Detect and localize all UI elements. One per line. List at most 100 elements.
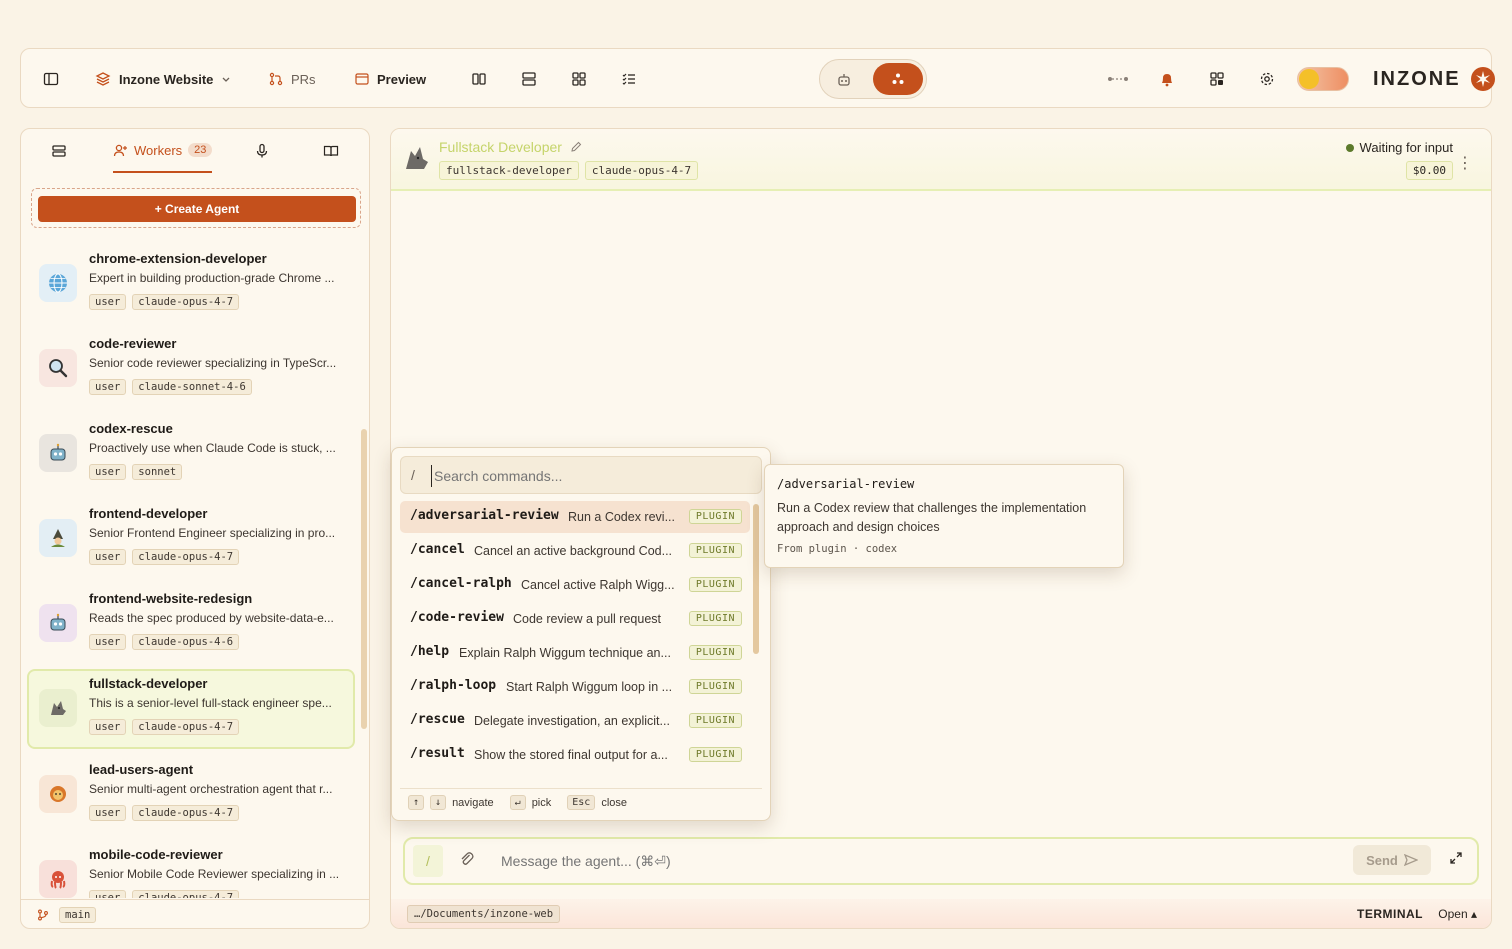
notifications-button[interactable] (1159, 49, 1175, 109)
command-list-scrollbar[interactable] (753, 504, 759, 654)
robot-mode-button[interactable] (834, 70, 854, 90)
send-label: Send (1366, 852, 1398, 868)
tab-list[interactable] (51, 129, 67, 173)
tab-docs[interactable] (323, 129, 339, 173)
command-item-result[interactable]: /result Show the stored final output for… (400, 739, 750, 771)
preview-label: Preview (377, 71, 427, 87)
branch-name[interactable]: main (59, 906, 97, 923)
settings-button[interactable] (1259, 49, 1275, 109)
apps-button[interactable] (1209, 49, 1225, 109)
agent-name: lead-users-agent (89, 762, 194, 777)
top-bar: Inzone Website PRs Preview INZONE (20, 48, 1495, 109)
command-description: Delegate investigation, an explicit... (474, 714, 670, 728)
git-branch-icon (38, 909, 48, 920)
more-options-icon[interactable]: ⋮ (1457, 153, 1473, 173)
command-item-ralph-loop[interactable]: /ralph-loop Start Ralph Wiggum loop in .… (400, 671, 750, 703)
command-name: /adversarial-review (410, 508, 559, 523)
agent-card-fullstack-developer[interactable]: fullstack-developer This is a senior-lev… (27, 669, 355, 749)
command-description: Cancel an active background Cod... (474, 544, 673, 558)
task-list-button[interactable] (621, 49, 637, 109)
create-agent-button[interactable]: + Create Agent (38, 196, 356, 222)
layers-icon (95, 72, 111, 86)
project-selector[interactable]: Inzone Website (95, 49, 231, 109)
tab-workers[interactable]: Workers 23 (113, 129, 213, 173)
agent-list: chrome-extension-developer Expert in bui… (21, 244, 369, 898)
command-palette: / /adversarial-review Run a Codex revi..… (391, 447, 771, 821)
agent-name: chrome-extension-developer (89, 251, 267, 266)
prs-button[interactable]: PRs (269, 49, 316, 109)
stack-icon (52, 145, 66, 157)
terminal-label[interactable]: TERMINAL (1357, 907, 1423, 921)
lion-icon (39, 775, 77, 813)
command-description: Start Ralph Wiggum loop in ... (506, 680, 673, 694)
command-item-help[interactable]: /help Explain Ralph Wiggum technique an.… (400, 637, 750, 669)
theme-toggle[interactable] (1297, 67, 1349, 91)
agent-card-frontend-developer[interactable]: frontend-developer Senior Frontend Engin… (27, 499, 355, 579)
agent-description: Reads the spec produced by website-data-… (89, 611, 334, 625)
command-name: /code-review (410, 610, 504, 625)
command-item-cancel[interactable]: /cancel Cancel an active background Cod.… (400, 535, 750, 567)
command-item-cancel-ralph[interactable]: /cancel-ralph Cancel active Ralph Wigg..… (400, 569, 750, 601)
agent-card-frontend-website-redesign[interactable]: frontend-website-redesign Reads the spec… (27, 584, 355, 664)
attach-button[interactable] (459, 851, 475, 872)
gear-icon (1260, 72, 1274, 86)
agent-name: frontend-website-redesign (89, 591, 253, 606)
brand-logo: INZONE (1373, 49, 1497, 109)
user-plus-icon (113, 144, 127, 156)
agent-slug-tag: fullstack-developer (439, 161, 579, 180)
browser-window-icon (355, 73, 369, 85)
command-search-input[interactable] (431, 465, 751, 487)
agent-name: frontend-developer (89, 506, 208, 521)
agent-card-code-reviewer[interactable]: code-reviewer Senior code reviewer speci… (27, 329, 355, 409)
command-search: / (400, 456, 762, 494)
agent-list-scrollbar[interactable] (361, 429, 367, 729)
agent-card-lead-users-agent[interactable]: lead-users-agent Senior multi-agent orch… (27, 755, 355, 835)
tooltip-description: Run a Codex review that challenges the i… (777, 501, 1087, 534)
agent-tags: user claude-opus-4-7 (89, 549, 240, 565)
command-item-rescue[interactable]: /rescue Delegate investigation, an expli… (400, 705, 750, 737)
layout-rows-button[interactable] (521, 49, 537, 109)
sidebar-panel-icon (43, 72, 59, 86)
message-input[interactable] (501, 847, 1301, 875)
send-button[interactable]: Send (1353, 845, 1431, 875)
agents-cluster-icon (892, 73, 904, 84)
book-open-icon (323, 145, 339, 157)
layout-grid-button[interactable] (571, 49, 587, 109)
rows-icon (522, 72, 536, 86)
agent-description: Senior Frontend Engineer specializing in… (89, 526, 336, 540)
wolf-icon (403, 143, 431, 177)
agent-name: codex-rescue (89, 421, 173, 436)
command-item-code-review[interactable]: /code-review Code review a pull request … (400, 603, 750, 635)
slash-commands-button[interactable]: / (413, 845, 443, 877)
agent-card-mobile-code-reviewer[interactable]: mobile-code-reviewer Senior Mobile Code … (27, 840, 355, 898)
bell-icon (1162, 74, 1172, 87)
agent-card-codex-rescue[interactable]: codex-rescue Proactively use when Claude… (27, 414, 355, 494)
magnifier-icon (39, 349, 77, 387)
layout-columns-button[interactable] (471, 49, 487, 109)
sidebar-toggle-button[interactable] (43, 49, 59, 109)
agent-card-chrome-extension-developer[interactable]: chrome-extension-developer Expert in bui… (27, 244, 355, 324)
robot-icon (838, 74, 850, 86)
agent-description: Senior multi-agent orchestration agent t… (89, 782, 333, 796)
palette-shortcuts: ↑ ↓ navigate ↵ pick Esc close (400, 788, 762, 816)
agent-model-tag: claude-opus-4-7 (132, 805, 240, 821)
tab-voice[interactable] (255, 129, 269, 173)
pencil-edit-icon[interactable] (570, 141, 582, 153)
agent-scope-tag: user (89, 379, 127, 395)
expand-composer-button[interactable] (1449, 851, 1463, 870)
agent-description: Senior Mobile Code Reviewer specializing… (89, 867, 340, 881)
navigate-hint: navigate (452, 796, 494, 809)
cost-badge: $0.00 (1405, 161, 1453, 180)
connections-button[interactable] (1107, 49, 1129, 109)
agent-model-tag: claude-opus-4-7 (132, 549, 240, 565)
preview-button[interactable]: Preview (355, 49, 426, 109)
plugin-badge: PLUGIN (688, 747, 742, 762)
multi-agent-mode-button[interactable] (873, 63, 923, 95)
agent-tags: user claude-opus-4-7 (89, 890, 240, 898)
open-terminal-button[interactable]: Open ▴ (1438, 907, 1477, 921)
workers-count-badge: 23 (188, 143, 213, 157)
tooltip-source: From plugin · codex (777, 543, 898, 555)
mode-toggle[interactable] (819, 59, 927, 99)
sidebar-tabs: Workers 23 (21, 129, 369, 175)
command-item-adversarial-review[interactable]: /adversarial-review Run a Codex revi... … (400, 501, 750, 533)
